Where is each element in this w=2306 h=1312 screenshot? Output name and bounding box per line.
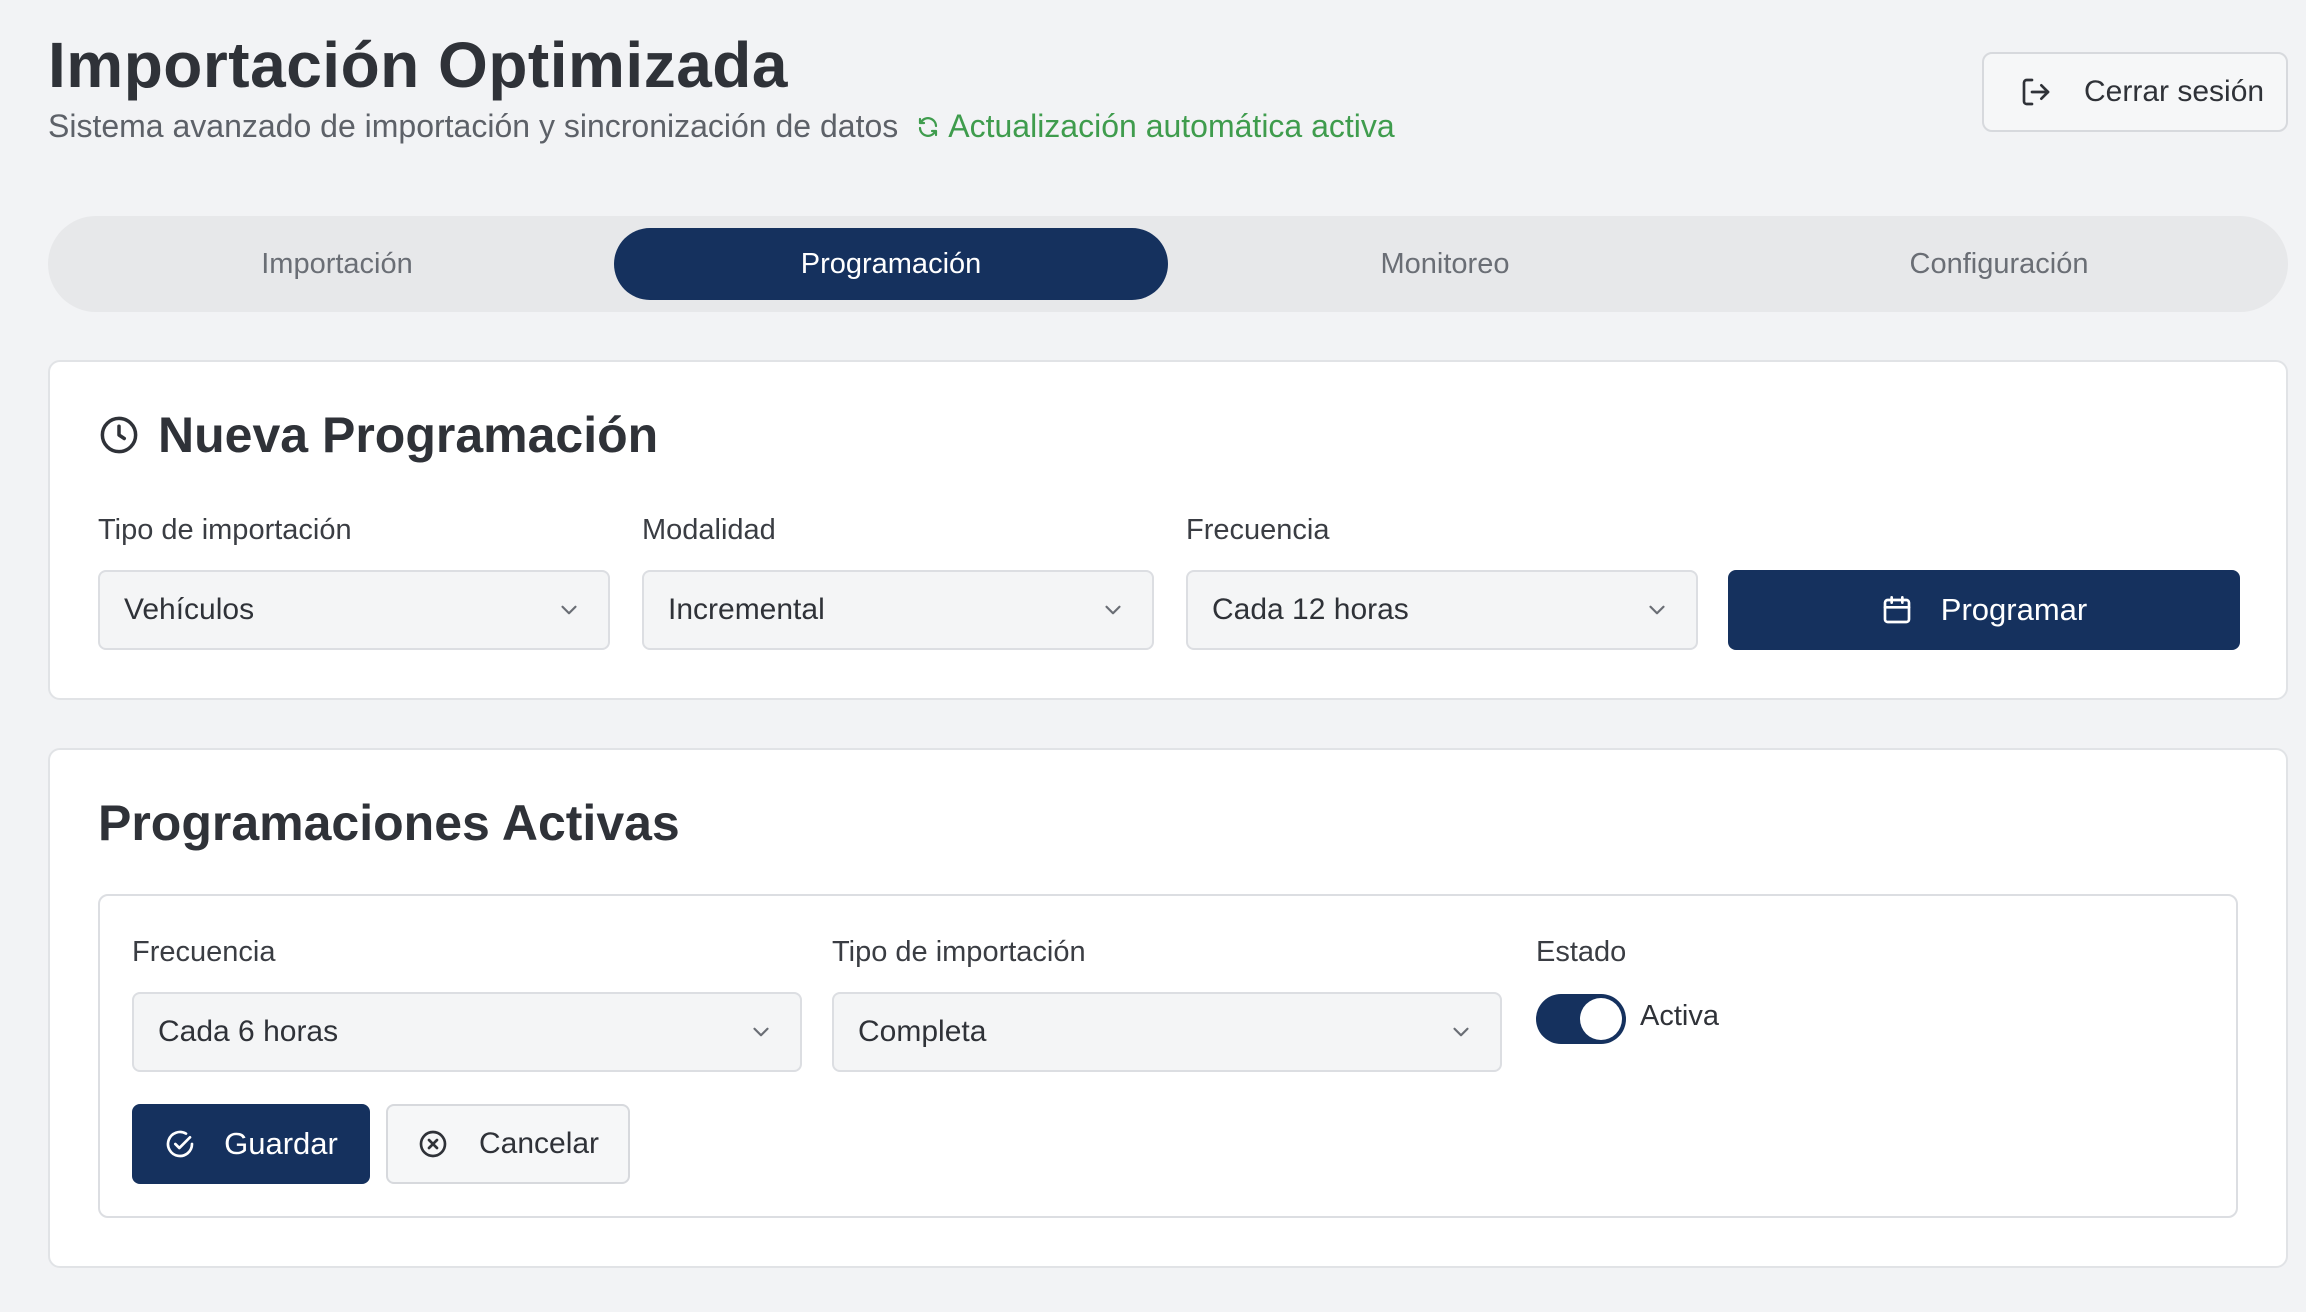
toggle-knob [1580,998,1622,1040]
tab-importacion[interactable]: Importación [60,228,614,300]
estado-toggle[interactable] [1536,994,1626,1044]
tab-configuracion[interactable]: Configuración [1722,228,2276,300]
item-frecuencia-label: Frecuencia [132,936,276,968]
modalidad-label: Modalidad [642,514,776,546]
auto-update-status: Actualización automática activa [916,108,1395,145]
active-schedules-card: Programaciones Activas Frecuencia Cada 6… [48,748,2288,1268]
item-frecuencia-value: Cada 6 horas [158,1015,339,1048]
refresh-icon [919,116,938,137]
cancelar-button[interactable]: Cancelar [386,1104,630,1184]
item-frecuencia-select[interactable]: Cada 6 horas [132,992,802,1072]
cancelar-label: Cancelar [478,1127,600,1160]
logout-button[interactable]: Cerrar sesión [1982,52,2288,132]
schedule-item: Frecuencia Cada 6 horas Tipo de importac… [98,894,2238,1218]
item-estado-label: Estado [1536,936,1627,968]
guardar-label: Guardar [224,1126,338,1161]
page-title: Importación Optimizada [48,29,788,101]
new-schedule-heading: Nueva Programación [98,406,658,464]
frecuencia-value: Cada 12 horas [1212,593,1409,626]
logout-icon [2020,76,2052,108]
chevron-down-icon [1649,605,1665,615]
x-circle-icon [419,1130,447,1158]
item-tipo-select[interactable]: Completa [832,992,1502,1072]
item-tipo-value: Completa [858,1015,987,1048]
guardar-button[interactable]: Guardar [132,1104,370,1184]
check-circle-icon [166,1130,194,1158]
main-tabs: Importación Programación Monitoreo Confi… [48,216,2288,312]
active-schedules-title: Programaciones Activas [98,795,680,851]
modalidad-select[interactable]: Incremental [642,570,1154,650]
subtitle-row: Sistema avanzado de importación y sincro… [48,108,1395,145]
calendar-icon [1883,596,1911,624]
chevron-down-icon [561,605,577,615]
frecuencia-select[interactable]: Cada 12 horas [1186,570,1698,650]
tipo-importacion-label: Tipo de importación [98,514,352,546]
logout-label: Cerrar sesión [2084,75,2265,108]
tab-monitoreo[interactable]: Monitoreo [1168,228,1722,300]
programar-button[interactable]: Programar [1728,570,2240,650]
tipo-importacion-select[interactable]: Vehículos [98,570,610,650]
frecuencia-label: Frecuencia [1186,514,1330,546]
chevron-down-icon [1453,1027,1469,1037]
programar-label: Programar [1940,592,2088,627]
item-tipo-label: Tipo de importación [832,936,1086,968]
chevron-down-icon [1105,605,1121,615]
page-subtitle: Sistema avanzado de importación y sincro… [48,108,899,144]
new-schedule-card: Nueva Programación Tipo de importación V… [48,360,2288,700]
tab-programacion[interactable]: Programación [614,228,1168,300]
tipo-importacion-value: Vehículos [124,593,255,626]
auto-update-label: Actualización automática activa [948,108,1395,144]
clock-icon [100,416,138,454]
estado-value: Activa [1640,1000,1719,1032]
new-schedule-title: Nueva Programación [158,407,659,463]
modalidad-value: Incremental [668,593,825,626]
chevron-down-icon [753,1027,769,1037]
